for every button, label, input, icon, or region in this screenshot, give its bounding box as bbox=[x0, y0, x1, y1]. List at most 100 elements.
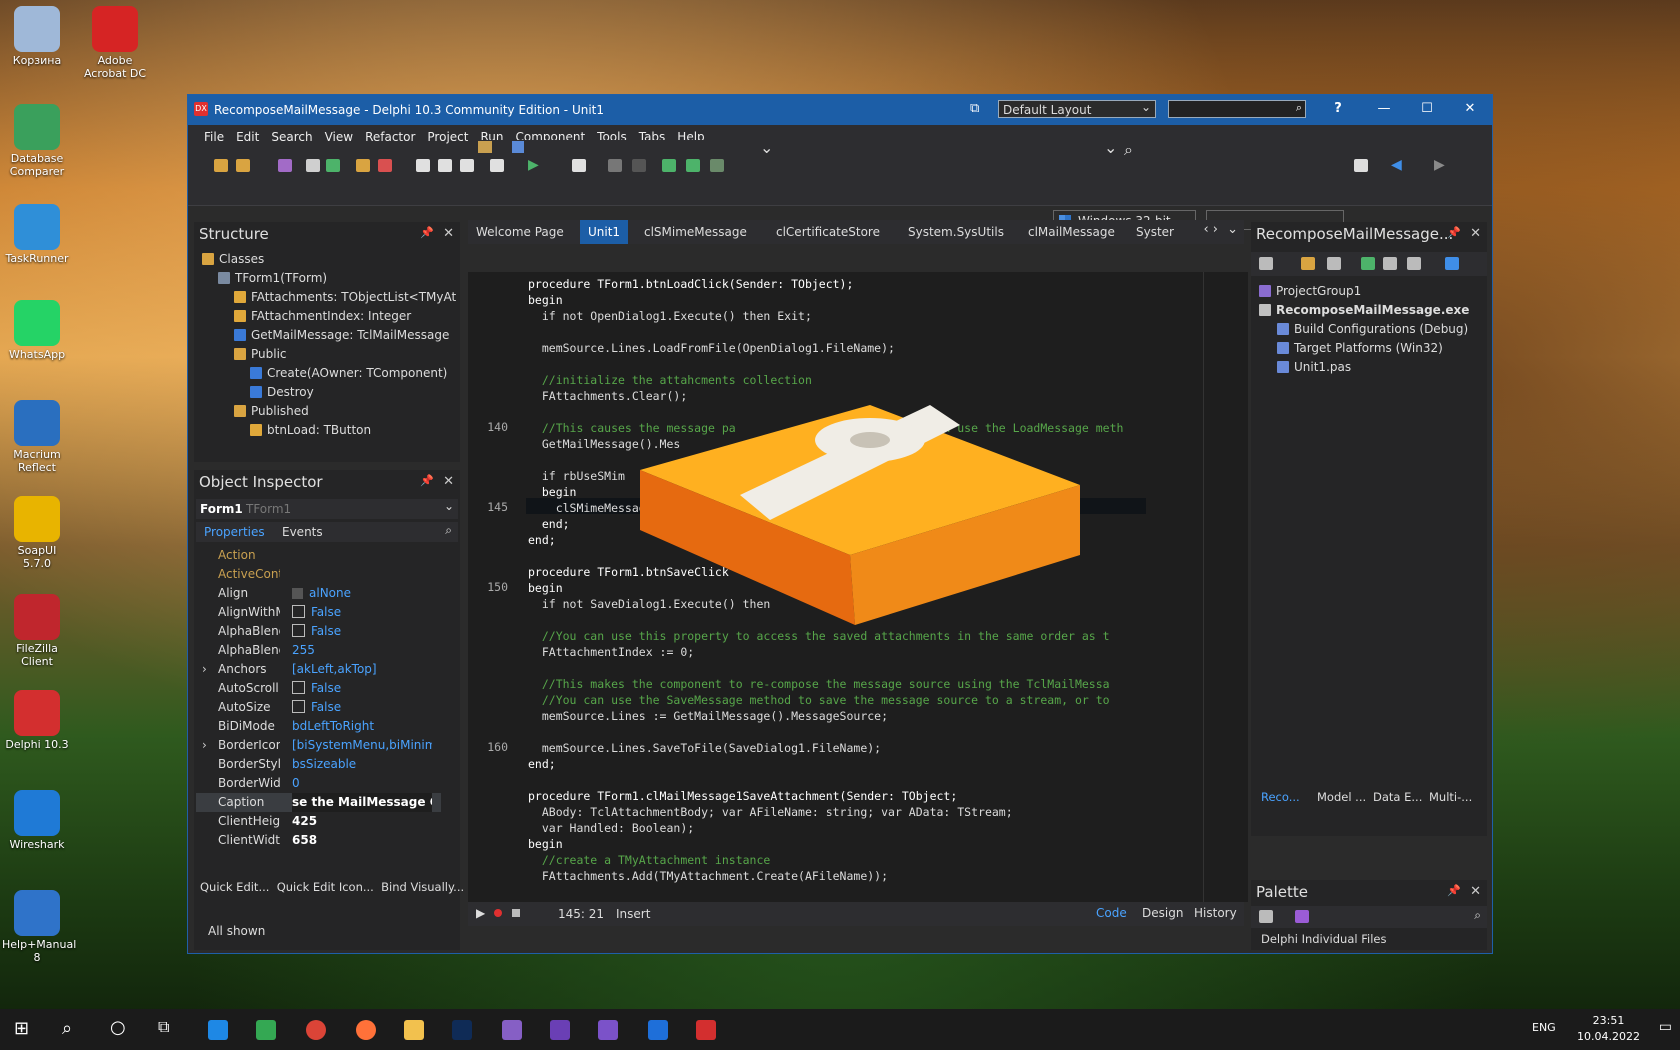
pause-icon[interactable] bbox=[608, 159, 622, 172]
trace-into-icon[interactable] bbox=[686, 159, 700, 172]
code-line[interactable]: procedure TForm1.clMailMessage1SaveAttac… bbox=[528, 788, 957, 804]
tree-item[interactable]: GetMailMessage: TclMailMessage bbox=[234, 326, 449, 345]
title-bar[interactable]: DX RecomposeMailMessage - Delphi 10.3 Co… bbox=[188, 95, 1492, 125]
menu-item[interactable]: Edit bbox=[230, 125, 265, 144]
filter-icon[interactable] bbox=[1407, 257, 1421, 270]
object-select[interactable]: Form1 TForm1 ⌄ bbox=[196, 499, 458, 519]
code-minimap[interactable] bbox=[1203, 272, 1248, 902]
editor-tab[interactable]: clMailMessage bbox=[1020, 220, 1123, 244]
desktop-icon[interactable]: Delphi 10.3 bbox=[2, 690, 72, 751]
property-value[interactable]: 255 bbox=[292, 641, 432, 660]
firefox-icon[interactable] bbox=[356, 1020, 376, 1040]
chevron-down-icon[interactable]: ⌄ bbox=[1227, 222, 1238, 237]
property-row[interactable]: AlphaBlend False bbox=[196, 622, 441, 641]
property-row[interactable]: BorderWidth 0 bbox=[196, 774, 441, 793]
record-macro-icon[interactable] bbox=[494, 909, 502, 917]
project-tree-item[interactable]: Target Platforms (Win32) bbox=[1277, 339, 1443, 358]
property-row[interactable]: › Anchors [akLeft,akTop] bbox=[196, 660, 441, 679]
menu-item[interactable]: Refactor bbox=[359, 125, 421, 144]
tree-item[interactable]: Create(AOwner: TComponent) bbox=[250, 364, 447, 383]
view-form-icon[interactable] bbox=[460, 159, 474, 172]
explorer-icon[interactable] bbox=[404, 1020, 424, 1040]
expand-icon[interactable]: › bbox=[202, 660, 207, 679]
code-line[interactable]: var Handled: Boolean); bbox=[528, 820, 694, 836]
close-icon[interactable]: ✕ bbox=[443, 474, 454, 489]
desktop-icon[interactable]: SoapUI 5.7.0 bbox=[2, 496, 72, 570]
language-indicator[interactable]: ENG bbox=[1532, 1021, 1556, 1034]
tree-item[interactable]: Public bbox=[234, 345, 287, 364]
property-value[interactable]: [biSystemMenu,biMinimize bbox=[292, 736, 432, 755]
delphi-taskbar-icon[interactable] bbox=[696, 1020, 716, 1040]
project-tab[interactable]: Multi-... bbox=[1429, 790, 1472, 804]
tree-item[interactable]: Published bbox=[234, 402, 309, 421]
stop-icon[interactable] bbox=[632, 159, 646, 172]
project-tab[interactable]: Model ... bbox=[1317, 790, 1366, 804]
search-icon[interactable]: ⌕ bbox=[1474, 908, 1481, 923]
checkbox[interactable] bbox=[292, 700, 305, 713]
property-row[interactable]: AutoScroll False bbox=[196, 679, 441, 698]
tree-item[interactable]: Destroy bbox=[250, 383, 314, 402]
run-to-cursor-icon[interactable] bbox=[710, 159, 724, 172]
close-icon[interactable]: ✕ bbox=[1470, 226, 1481, 241]
code-line[interactable]: FAttachmentIndex := 0; bbox=[528, 644, 694, 660]
desktop-icon[interactable]: Корзина bbox=[2, 6, 72, 67]
code-line[interactable]: //This makes the component to re-compose… bbox=[528, 676, 1110, 692]
help-button[interactable]: ? bbox=[1328, 101, 1348, 116]
property-value[interactable]: False bbox=[292, 679, 432, 698]
checkbox[interactable] bbox=[292, 624, 305, 637]
method-browser-icon[interactable] bbox=[512, 141, 524, 153]
visual-studio-3-icon[interactable] bbox=[598, 1020, 618, 1040]
back-arrow-icon[interactable]: ◀ bbox=[1391, 158, 1405, 172]
code-line[interactable]: //You can use the SaveMessage method to … bbox=[528, 692, 1110, 708]
folder-icon[interactable] bbox=[1327, 257, 1341, 270]
step-over-icon[interactable] bbox=[662, 159, 676, 172]
close-icon[interactable]: ✕ bbox=[443, 226, 454, 241]
checkbox[interactable] bbox=[292, 681, 305, 694]
new-icon[interactable] bbox=[214, 159, 228, 172]
property-row[interactable]: Align alNone bbox=[196, 584, 441, 603]
deploy-icon[interactable] bbox=[1354, 159, 1368, 172]
project-tree-item[interactable]: RecomposeMailMessage.exe bbox=[1259, 301, 1469, 320]
project-tree-item[interactable]: Unit1.pas bbox=[1277, 358, 1351, 377]
code-line[interactable]: end; bbox=[528, 516, 570, 532]
code-line[interactable]: if not OpenDialog1.Execute() then Exit; bbox=[528, 308, 812, 324]
property-row[interactable]: AlphaBlendValue 255 bbox=[196, 641, 441, 660]
remove-file-icon[interactable] bbox=[378, 159, 392, 172]
desktop-icon[interactable]: Wireshark bbox=[2, 790, 72, 851]
menu-item[interactable]: View bbox=[319, 125, 359, 144]
property-value[interactable]: 425 bbox=[292, 812, 432, 831]
desktop-icon[interactable]: TaskRunner bbox=[2, 204, 72, 265]
search-icon[interactable]: ⌕ bbox=[445, 523, 452, 538]
property-value[interactable]: 658 bbox=[292, 831, 432, 850]
code-line[interactable]: begin bbox=[528, 292, 563, 308]
code-line[interactable]: begin bbox=[528, 484, 577, 500]
property-row[interactable]: Action bbox=[196, 546, 441, 565]
tab-code[interactable]: Code bbox=[1096, 906, 1127, 920]
chevron-down-icon[interactable]: ⌄ bbox=[1104, 138, 1117, 157]
new-form-icon[interactable] bbox=[490, 159, 504, 172]
menu-item[interactable]: File bbox=[198, 125, 230, 144]
code-line[interactable]: FAttachments.Add(TMyAttachment.Create(AF… bbox=[528, 868, 888, 884]
code-line[interactable]: clSMimeMessag bbox=[528, 500, 646, 516]
sort-icon[interactable] bbox=[1445, 257, 1459, 270]
project-tree-item[interactable]: Build Configurations (Debug) bbox=[1277, 320, 1468, 339]
pin-icon[interactable]: 📌 bbox=[1447, 884, 1461, 897]
tab-properties[interactable]: Properties bbox=[204, 525, 265, 539]
categories-icon[interactable] bbox=[1259, 910, 1273, 923]
desktop-icon[interactable]: Adobe Acrobat DC bbox=[80, 6, 150, 80]
start-icon[interactable]: ⊞ bbox=[14, 1018, 29, 1039]
property-row[interactable]: BorderStyle bsSizeable bbox=[196, 755, 441, 774]
code-line[interactable]: memSource.Lines.LoadFromFile(OpenDialog1… bbox=[528, 340, 895, 356]
expand-icon[interactable]: › bbox=[202, 736, 207, 755]
run-without-debug-icon[interactable] bbox=[572, 159, 586, 172]
property-value[interactable]: False bbox=[292, 603, 432, 622]
property-value[interactable]: bsSizeable bbox=[292, 755, 432, 774]
property-value[interactable]: False bbox=[292, 698, 432, 717]
run-icon[interactable]: ▶ bbox=[528, 158, 542, 172]
save-app-icon[interactable] bbox=[648, 1020, 668, 1040]
editor-tab[interactable]: clCertificateStore bbox=[768, 220, 888, 244]
property-value[interactable]: bdLeftToRight bbox=[292, 717, 432, 736]
property-row[interactable]: ActiveControl bbox=[196, 565, 441, 584]
desktop-icon[interactable]: FileZilla Client bbox=[2, 594, 72, 668]
photoshop-icon[interactable] bbox=[452, 1020, 472, 1040]
